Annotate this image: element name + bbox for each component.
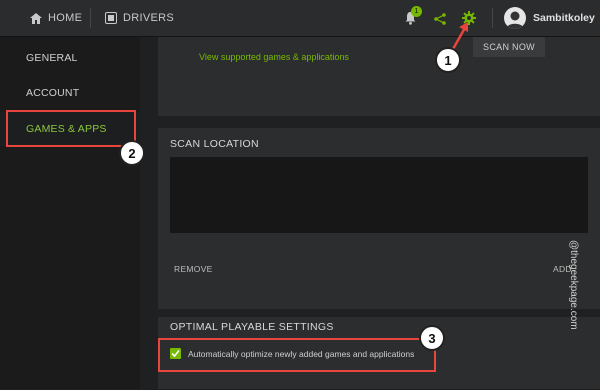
home-label: HOME	[48, 12, 83, 24]
notifications-button[interactable]: 1	[404, 6, 422, 30]
sidebar-item-general[interactable]: GENERAL	[0, 41, 140, 75]
sidebar-item-label: GENERAL	[26, 52, 78, 64]
drivers-tab[interactable]: DRIVERS	[105, 0, 174, 36]
callout-highlight-games-apps	[6, 110, 136, 147]
supported-games-link[interactable]: View supported games & applications	[199, 52, 349, 62]
games-panel: View supported games & applications SCAN…	[158, 37, 600, 116]
notification-count-badge: 1	[411, 6, 422, 17]
settings-sidebar: GENERAL ACCOUNT GAMES & APPS	[0, 37, 140, 389]
avatar[interactable]	[504, 7, 526, 29]
home-icon	[30, 12, 42, 24]
drivers-icon	[105, 12, 117, 24]
nav-divider-right	[492, 8, 493, 28]
callout-number-1: 1	[435, 47, 461, 73]
username[interactable]: Sambitkoley	[533, 0, 595, 36]
callout-number-2: 2	[119, 140, 145, 166]
sidebar-item-account[interactable]: ACCOUNT	[0, 76, 140, 110]
scan-location-panel: SCAN LOCATION REMOVE ADD	[158, 128, 600, 309]
main-content: View supported games & applications SCAN…	[140, 37, 600, 389]
scan-location-title: SCAN LOCATION	[170, 138, 259, 150]
drivers-label: DRIVERS	[123, 12, 174, 24]
optimal-settings-title: OPTIMAL PLAYABLE SETTINGS	[170, 321, 334, 333]
home-tab[interactable]: HOME	[30, 0, 82, 36]
scan-now-button[interactable]: SCAN NOW	[473, 37, 545, 57]
callout-highlight-checkbox	[158, 338, 436, 372]
user-icon	[506, 11, 524, 29]
top-navigation-bar: HOME DRIVERS 1 Sambitkoley	[0, 0, 600, 37]
callout-number-3: 3	[419, 325, 445, 351]
nav-divider	[90, 8, 91, 28]
remove-button[interactable]: REMOVE	[174, 264, 213, 274]
scan-location-list[interactable]	[170, 157, 588, 233]
watermark: @thegeekpage.com	[568, 240, 579, 330]
sidebar-item-label: ACCOUNT	[26, 87, 80, 99]
